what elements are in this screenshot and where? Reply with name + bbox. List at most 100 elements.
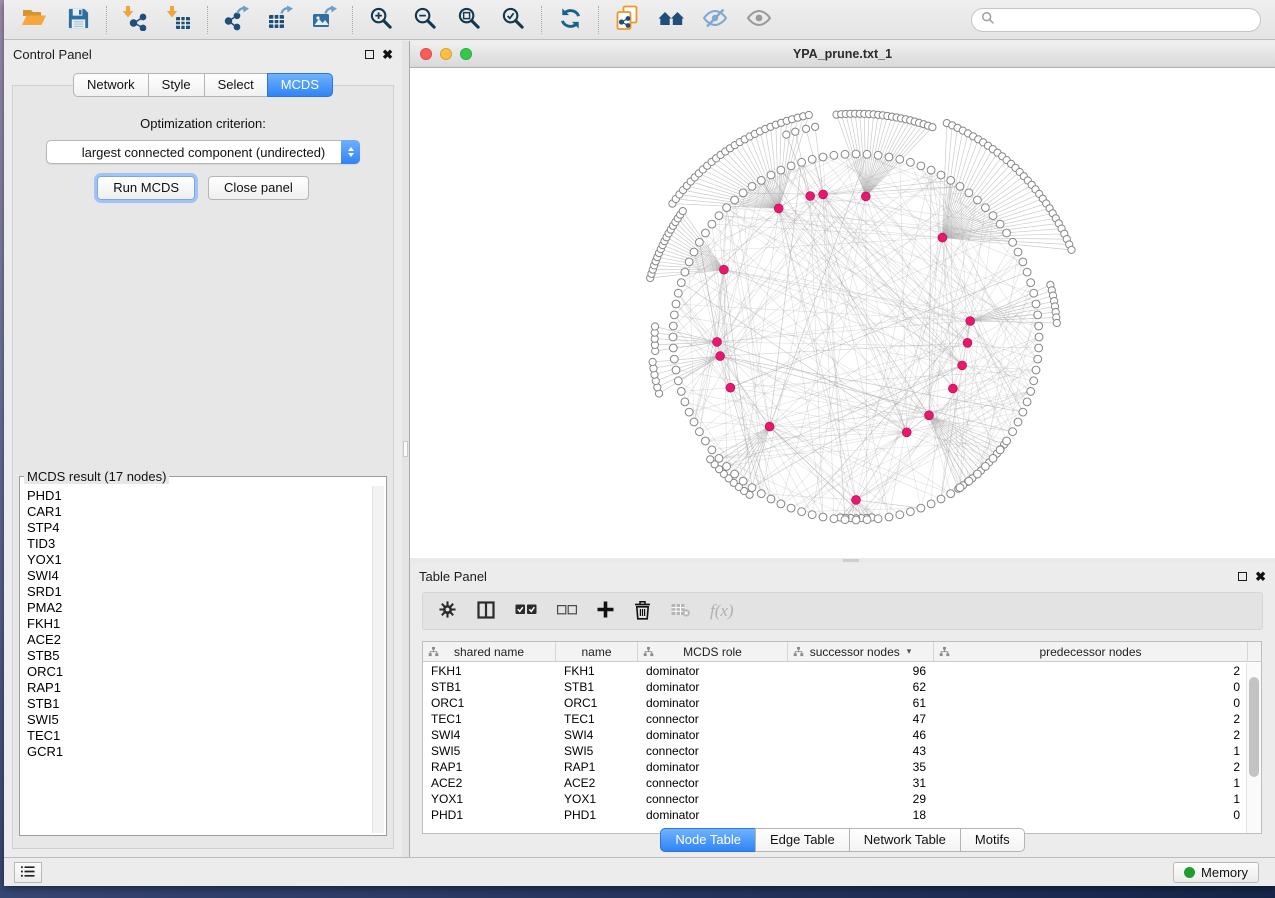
- tab-network-table[interactable]: Network Table: [849, 828, 960, 852]
- column-layout-button[interactable]: [477, 601, 495, 622]
- network-graph[interactable]: [410, 68, 1275, 558]
- import-table-icon: [166, 5, 192, 34]
- table-row[interactable]: ORC1ORC1dominator610: [423, 695, 1246, 711]
- mcds-result-item[interactable]: CAR1: [27, 504, 371, 520]
- column-header-shared-name[interactable]: shared name: [423, 642, 556, 661]
- float-panel-icon[interactable]: [1238, 572, 1247, 581]
- table-row[interactable]: YOX1YOX1connector291: [423, 791, 1246, 807]
- search-box[interactable]: [971, 8, 1261, 32]
- close-panel-icon[interactable]: ✖: [1255, 570, 1266, 583]
- export-image-button[interactable]: [302, 4, 346, 36]
- table-row[interactable]: ACE2ACE2connector311: [423, 775, 1246, 791]
- tab-mcds[interactable]: MCDS: [267, 73, 333, 97]
- import-network-button[interactable]: [113, 4, 157, 36]
- network-view-window: YPA_prune.txt_1: [410, 41, 1275, 558]
- tab-edge-table[interactable]: Edge Table: [755, 828, 849, 852]
- mcds-result-item[interactable]: SRD1: [27, 584, 371, 600]
- column-header-mcds-role[interactable]: MCDS role: [638, 642, 788, 661]
- mcds-result-item[interactable]: ORC1: [27, 664, 371, 680]
- criterion-dropdown[interactable]: largest connected component (undirected): [46, 140, 360, 164]
- clone-network-button[interactable]: [605, 4, 649, 36]
- table-row[interactable]: SWI5SWI5connector431: [423, 743, 1246, 759]
- node-table-header: shared namenameMCDS rolesuccessor nodes▾…: [423, 642, 1261, 662]
- open-file-button[interactable]: [12, 4, 56, 36]
- close-window-button[interactable]: [420, 48, 432, 60]
- minimize-window-button[interactable]: [440, 48, 452, 60]
- export-table-button[interactable]: [258, 4, 302, 36]
- network-window-titlebar[interactable]: YPA_prune.txt_1: [410, 41, 1275, 68]
- column-layout-icon: [477, 601, 495, 622]
- export-network-button[interactable]: [214, 4, 258, 36]
- mcds-result-item[interactable]: SWI4: [27, 568, 371, 584]
- mcds-result-item[interactable]: TEC1: [27, 728, 371, 744]
- zoom-selected-button[interactable]: [491, 4, 535, 36]
- mcds-result-item[interactable]: GCR1: [27, 744, 371, 760]
- show-panels-button[interactable]: [14, 862, 42, 883]
- table-row[interactable]: STB1STB1dominator620: [423, 679, 1246, 695]
- table-row[interactable]: SWI4SWI4dominator462: [423, 727, 1246, 743]
- close-panel-icon[interactable]: ✖: [382, 48, 393, 61]
- column-header-predecessor-nodes[interactable]: predecessor nodes: [934, 642, 1248, 661]
- float-panel-icon[interactable]: [365, 50, 374, 59]
- table-row[interactable]: FKH1FKH1dominator962: [423, 663, 1246, 679]
- table-cell: 1: [934, 792, 1246, 806]
- zoom-window-button[interactable]: [460, 48, 472, 60]
- table-cell: RAP1: [423, 760, 556, 774]
- mcds-result-item[interactable]: FKH1: [27, 616, 371, 632]
- mcds-result-item[interactable]: STB1: [27, 696, 371, 712]
- table-row[interactable]: RAP1RAP1dominator352: [423, 759, 1246, 775]
- mcds-result-item[interactable]: TID3: [27, 536, 371, 552]
- tab-style[interactable]: Style: [148, 73, 204, 97]
- vertical-splitter[interactable]: [402, 41, 410, 857]
- tab-motifs[interactable]: Motifs: [960, 828, 1025, 852]
- show-all-button[interactable]: [737, 4, 781, 36]
- save-session-button[interactable]: [56, 4, 100, 36]
- table-cell: 43: [788, 744, 934, 758]
- table-scrollbar[interactable]: [1246, 663, 1261, 833]
- table-row[interactable]: TEC1TEC1connector472: [423, 711, 1246, 727]
- mcds-result-item[interactable]: YOX1: [27, 552, 371, 568]
- scrollbar-thumb[interactable]: [1249, 677, 1259, 777]
- first-neighbors-button[interactable]: [649, 4, 693, 36]
- mcds-result-item[interactable]: PMA2: [27, 600, 371, 616]
- table-cell: 61: [788, 696, 934, 710]
- table-row[interactable]: PHD1PHD1dominator180: [423, 807, 1246, 823]
- table-cell: PHD1: [423, 808, 556, 822]
- mcds-result-item[interactable]: RAP1: [27, 680, 371, 696]
- memory-button[interactable]: Memory: [1173, 862, 1259, 883]
- mcds-result-item[interactable]: STP4: [27, 520, 371, 536]
- network-canvas[interactable]: [410, 68, 1275, 558]
- settings-gear-button[interactable]: [438, 600, 457, 622]
- splitter-handle[interactable]: [403, 441, 408, 457]
- mcds-result-item[interactable]: ACE2: [27, 632, 371, 648]
- run-mcds-button[interactable]: Run MCDS: [97, 176, 195, 200]
- mcds-result-item[interactable]: STB5: [27, 648, 371, 664]
- table-cell: connector: [638, 776, 788, 790]
- splitter-handle[interactable]: [843, 559, 859, 562]
- toolbar-separator: [541, 6, 542, 34]
- deselect-all-button[interactable]: [557, 604, 577, 619]
- application-window: Control Panel ✖ NetworkStyleSelectMCDS O…: [4, 0, 1275, 886]
- zoom-out-button[interactable]: [403, 4, 447, 36]
- column-header-successor-nodes[interactable]: successor nodes▾: [788, 642, 934, 661]
- table-panel-header: Table Panel ✖: [410, 563, 1275, 589]
- toolbar-separator: [207, 6, 208, 34]
- mcds-list-scrollbar[interactable]: [372, 486, 384, 833]
- mcds-result-item[interactable]: PHD1: [27, 488, 371, 504]
- mcds-result-item[interactable]: SWI5: [27, 712, 371, 728]
- zoom-fit-button[interactable]: [447, 4, 491, 36]
- zoom-out-icon: [413, 6, 438, 34]
- close-panel-button[interactable]: Close panel: [208, 176, 309, 200]
- add-row-button[interactable]: [597, 601, 614, 621]
- refresh-button[interactable]: [548, 4, 592, 36]
- tab-select[interactable]: Select: [204, 73, 267, 97]
- search-input[interactable]: [1000, 13, 1251, 28]
- tab-node-table[interactable]: Node Table: [660, 828, 755, 852]
- zoom-in-button[interactable]: [359, 4, 403, 36]
- column-header-name[interactable]: name: [556, 642, 638, 661]
- select-all-button[interactable]: [515, 603, 537, 619]
- import-table-button[interactable]: [157, 4, 201, 36]
- delete-row-button[interactable]: [634, 600, 651, 623]
- hide-selected-button[interactable]: [693, 4, 737, 36]
- tab-network[interactable]: Network: [73, 73, 148, 97]
